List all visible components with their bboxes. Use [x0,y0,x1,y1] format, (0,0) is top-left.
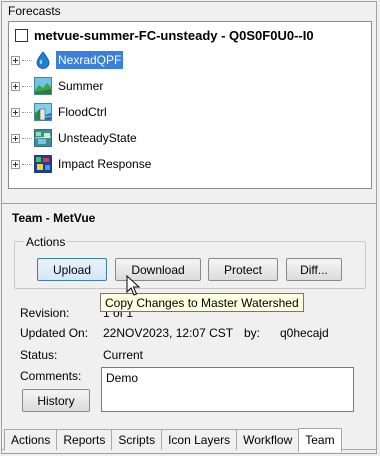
expand-toggle-icon[interactable] [11,55,20,65]
team-panel-title: Team - MetVue [12,211,96,225]
updated-by-value: q0hecajd [280,326,329,340]
landscape-icon [34,77,52,95]
updated-on-label: Updated On: [20,326,89,340]
comments-label: Comments: [20,369,82,383]
forecasts-panel-title: Forecasts [8,4,61,18]
expand-toggle-icon[interactable] [11,159,20,169]
mouse-cursor-icon [126,274,141,300]
tree-item-label: NexradQPF [56,51,124,69]
impact-response-icon [34,155,52,173]
tab-scripts[interactable]: Scripts [111,429,163,450]
updated-by-label: by: [244,326,261,340]
tree-root[interactable]: metvue-summer-FC-unsteady - Q0S0F0U0--I0 [15,26,314,44]
tree-item-label: FloodCtrl [58,105,107,119]
unsteady-state-icon [34,129,52,147]
tab-actions[interactable]: Actions [4,429,58,450]
tree-item-label: Impact Response [58,157,152,171]
bottom-tab-strip: Actions Reports Scripts Icon Layers Work… [4,428,342,452]
expand-toggle-icon[interactable] [11,107,20,117]
tree-item-floodctrl[interactable]: FloodCtrl [11,101,109,123]
root-checkbox[interactable] [15,28,28,42]
status-label: Status: [20,348,58,362]
flood-control-icon [34,103,52,121]
tab-team[interactable]: Team [298,428,342,452]
forecast-tree[interactable]: metvue-summer-FC-unsteady - Q0S0F0U0--I0… [8,21,372,189]
revision-label: Revision: [20,306,70,320]
history-button[interactable]: History [22,389,90,412]
actions-group-legend: Actions [24,235,68,249]
comments-textarea[interactable]: Demo [101,367,354,412]
upload-button[interactable]: Upload [37,258,107,281]
status-value: Current [103,348,144,362]
tree-connector [22,85,32,87]
tree-item-nexradqpf[interactable]: NexradQPF [11,49,124,71]
tree-root-label: metvue-summer-FC-unsteady - Q0S0F0U0--I0 [34,27,314,43]
tab-workflow[interactable]: Workflow [236,429,300,450]
panel-splitter[interactable] [2,203,376,204]
tree-item-label: Summer [58,79,104,93]
tree-item-impact-response[interactable]: Impact Response [11,153,153,175]
tree-item-unsteadystate[interactable]: UnsteadyState [11,127,139,149]
updated-on-value: 22NOV2023, 12:07 CST [103,326,234,340]
diff-button[interactable]: Diff... [286,258,342,281]
tree-item-label: UnsteadyState [58,131,137,145]
tree-connector [22,163,32,165]
tree-connector [22,111,32,113]
protect-button[interactable]: Protect [208,258,278,281]
tree-connector [22,137,32,139]
tab-icon-layers[interactable]: Icon Layers [161,429,238,450]
expand-toggle-icon[interactable] [11,81,20,91]
tab-reports[interactable]: Reports [56,429,113,450]
tree-connector [22,59,32,61]
expand-toggle-icon[interactable] [11,133,20,143]
water-drop-icon [34,51,52,69]
tree-item-summer[interactable]: Summer [11,75,105,97]
